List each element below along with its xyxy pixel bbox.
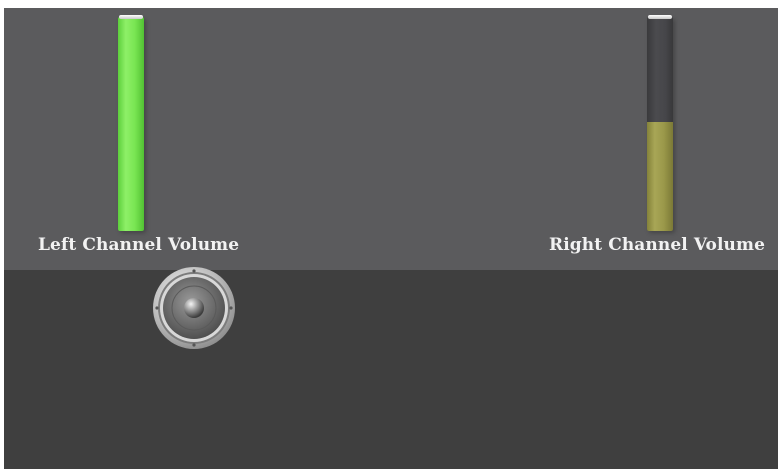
volume-meters-panel: Left Channel Volume Right Channel Volume (4, 8, 778, 270)
left-channel-volume-meter[interactable] (118, 15, 144, 231)
right-channel-volume-meter[interactable] (647, 15, 673, 231)
left-meter-fill (118, 17, 144, 231)
left-meter-handle[interactable] (119, 15, 143, 19)
speaker-icon[interactable] (152, 266, 236, 350)
right-channel-label: Right Channel Volume (549, 235, 766, 255)
audio-volume-panel: Left Channel Volume Right Channel Volume (4, 8, 778, 469)
right-meter-fill (647, 121, 673, 231)
left-channel-label: Left Channel Volume (38, 235, 240, 255)
right-meter-handle[interactable] (648, 15, 672, 19)
